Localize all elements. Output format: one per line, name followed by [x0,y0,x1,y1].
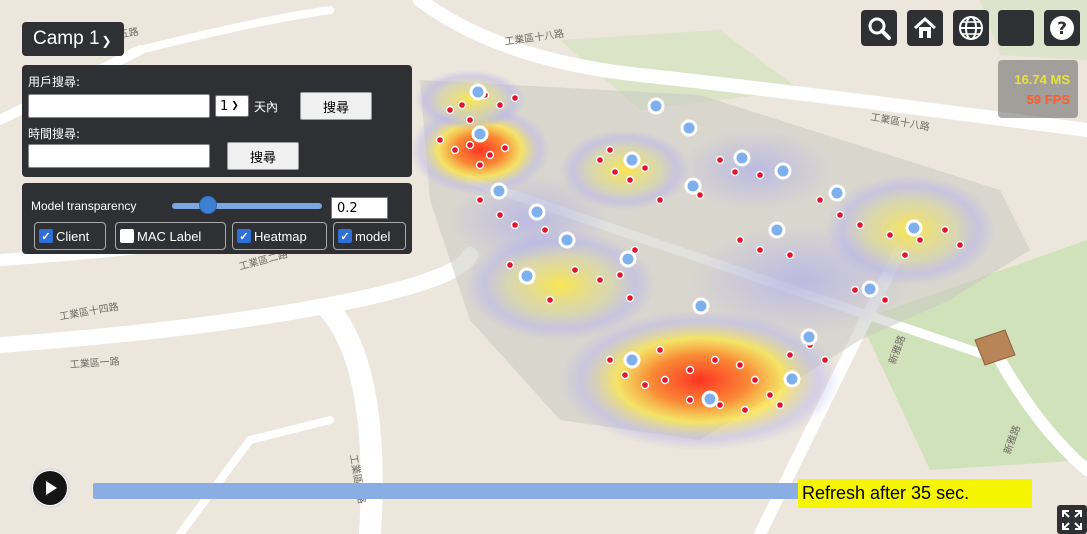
checkbox-unchecked-icon [120,229,134,243]
chevron-down-icon: ❯ [231,101,239,111]
home-button[interactable] [907,10,943,46]
chevron-down-icon: ❯ [101,33,112,48]
transparency-slider[interactable] [172,203,322,209]
play-button[interactable] [30,468,70,508]
days-unit-label: 天內 [254,100,279,114]
globe-button[interactable] [953,10,989,46]
mac-label-checkbox-label: MAC Label [137,228,202,244]
home-icon [913,16,937,38]
client-checkbox-label: Client [56,228,90,244]
search-panel: 用戶搜尋: 1 ❯ 天內 搜尋 時間搜尋: 搜尋 [22,65,412,177]
transparency-slider-thumb[interactable] [199,196,217,214]
performance-monitor: 16.74 MS 59 FPS [998,60,1078,118]
search-button[interactable] [861,10,897,46]
model-transparency-label: Model transparency [31,199,137,213]
camp-select-value: Camp 1 [33,28,100,49]
globe-icon [959,16,983,40]
checkbox-checked-icon: ✓ [39,229,53,243]
checkbox-checked-icon: ✓ [338,229,352,243]
play-icon [46,481,57,495]
model-checkbox[interactable]: ✓ model [333,222,406,250]
days-select-value: 1 [220,98,229,114]
model-panel: Model transparency 0.2 ✓ Client MAC Labe… [22,183,412,254]
fullscreen-button[interactable] [1057,505,1087,534]
time-search-label: 時間搜尋: [28,127,81,141]
mac-label-checkbox[interactable]: MAC Label [115,222,226,250]
user-search-input[interactable] [28,94,210,118]
model-checkbox-label: model [355,228,391,244]
time-search-input[interactable] [28,144,210,168]
user-search-button[interactable]: 搜尋 [300,92,372,120]
transparency-value-input[interactable]: 0.2 [331,197,388,219]
fullscreen-icon [1062,509,1082,530]
blank-button[interactable] [998,10,1034,46]
camp-select[interactable]: Camp 1 ❯ [22,22,124,56]
svg-text:?: ? [1057,19,1067,39]
days-select[interactable]: 1 ❯ [215,95,249,117]
help-button[interactable]: ? [1044,10,1080,46]
refresh-countdown: Refresh after 35 sec. [798,479,1032,508]
heatmap-checkbox-label: Heatmap [254,228,307,244]
time-search-button[interactable]: 搜尋 [227,142,299,170]
frame-time-text: 16.74 MS [1014,72,1070,87]
client-checkbox[interactable]: ✓ Client [34,222,106,250]
search-icon [868,17,891,40]
checkbox-checked-icon: ✓ [237,229,251,243]
heatmap-checkbox[interactable]: ✓ Heatmap [232,222,327,250]
help-icon: ? [1050,16,1074,40]
fps-text: 59 FPS [1026,92,1070,107]
user-search-label: 用戶搜尋: [28,75,81,89]
